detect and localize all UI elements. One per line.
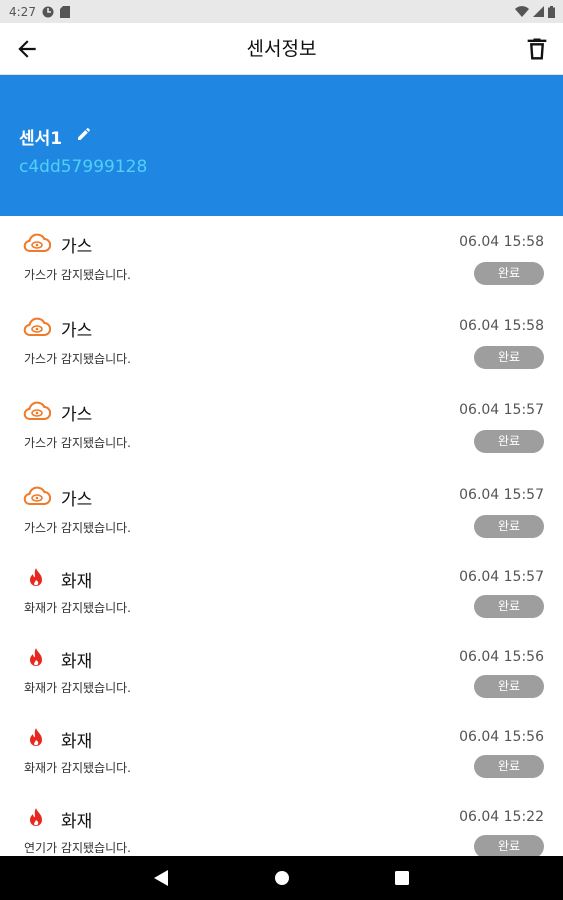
- nav-home-button[interactable]: [262, 856, 302, 900]
- sd-card-icon: [59, 5, 70, 18]
- status-time: 4:27: [9, 4, 36, 19]
- status-badge[interactable]: 완료: [474, 515, 544, 538]
- edit-name-button[interactable]: [76, 126, 92, 142]
- event-type: 화재: [61, 572, 93, 592]
- event-time: 06.04 15:57: [459, 402, 544, 418]
- status-badge[interactable]: 완료: [474, 346, 544, 369]
- nav-back-button[interactable]: [141, 856, 181, 900]
- gas-cloud-icon: [23, 400, 52, 422]
- circle-home-icon: [275, 871, 289, 885]
- list-item[interactable]: 가스 06.04 15:58 가스가 감지됐습니다. 완료: [0, 216, 563, 296]
- list-item[interactable]: 화재 06.04 15:22 연기가 감지됐습니다. 완료: [0, 791, 563, 856]
- list-item[interactable]: 화재 06.04 15:56 화재가 감지됐습니다. 완료: [0, 711, 563, 791]
- list-item[interactable]: 화재 06.04 15:56 화재가 감지됐습니다. 완료: [0, 631, 563, 711]
- event-message: 화재가 감지됐습니다.: [24, 681, 131, 695]
- event-time: 06.04 15:57: [459, 569, 544, 585]
- list-item[interactable]: 가스 06.04 15:57 가스가 감지됐습니다. 완료: [0, 469, 563, 549]
- status-bar: 4:27: [0, 0, 563, 23]
- fire-icon: [23, 807, 51, 829]
- nav-recents-button[interactable]: [382, 856, 422, 900]
- event-message: 연기가 감지됐습니다.: [24, 841, 131, 855]
- status-badge[interactable]: 완료: [474, 595, 544, 618]
- square-recents-icon: [395, 871, 409, 885]
- status-badge[interactable]: 완료: [474, 430, 544, 453]
- status-badge[interactable]: 완료: [474, 835, 544, 856]
- event-type: 가스: [61, 321, 93, 341]
- event-message: 가스가 감지됐습니다.: [24, 268, 131, 282]
- event-time: 06.04 15:57: [459, 487, 544, 503]
- gas-cloud-icon: [23, 485, 52, 507]
- delete-button[interactable]: [523, 35, 551, 63]
- sensor-header: 센서1 c4dd57999128: [0, 75, 563, 216]
- event-message: 가스가 감지됐습니다.: [24, 521, 131, 535]
- status-badge[interactable]: 완료: [474, 262, 544, 285]
- event-list: 가스 06.04 15:58 가스가 감지됐습니다. 완료 가스 06.04 1…: [0, 216, 563, 856]
- event-message: 가스가 감지됐습니다.: [24, 352, 131, 366]
- event-message: 가스가 감지됐습니다.: [24, 436, 131, 450]
- event-type: 화재: [61, 652, 93, 672]
- fire-icon: [23, 567, 51, 589]
- app-bar: 센서정보: [0, 23, 563, 75]
- fire-icon: [23, 727, 51, 749]
- app-notification-icon: [42, 6, 54, 17]
- page-title: 센서정보: [246, 38, 317, 60]
- gas-cloud-icon: [23, 316, 52, 338]
- sensor-name: 센서1: [19, 129, 63, 149]
- event-type: 화재: [61, 732, 93, 752]
- event-type: 가스: [61, 490, 93, 510]
- status-badge[interactable]: 완료: [474, 755, 544, 778]
- list-item[interactable]: 화재 06.04 15:57 화재가 감지됐습니다. 완료: [0, 551, 563, 631]
- triangle-back-icon: [154, 870, 168, 886]
- trash-icon: [527, 38, 547, 60]
- event-type: 화재: [61, 812, 93, 832]
- wifi-icon: [515, 6, 529, 17]
- event-message: 화재가 감지됐습니다.: [24, 601, 131, 615]
- battery-icon: [548, 5, 555, 18]
- gas-cloud-icon: [23, 232, 52, 254]
- event-time: 06.04 15:58: [459, 234, 544, 250]
- event-time: 06.04 15:58: [459, 318, 544, 334]
- cell-signal-icon: [533, 6, 544, 17]
- event-message: 화재가 감지됐습니다.: [24, 761, 131, 775]
- event-type: 가스: [61, 237, 93, 257]
- event-time: 06.04 15:56: [459, 649, 544, 665]
- event-time: 06.04 15:22: [459, 809, 544, 825]
- status-badge[interactable]: 완료: [474, 675, 544, 698]
- sensor-id: c4dd57999128: [19, 157, 148, 177]
- fire-icon: [23, 647, 51, 669]
- navigation-bar: [0, 856, 563, 900]
- list-item[interactable]: 가스 06.04 15:58 가스가 감지됐습니다. 완료: [0, 300, 563, 380]
- event-type: 가스: [61, 405, 93, 425]
- list-item[interactable]: 가스 06.04 15:57 가스가 감지됐습니다. 완료: [0, 384, 563, 464]
- event-time: 06.04 15:56: [459, 729, 544, 745]
- pencil-icon: [78, 128, 90, 140]
